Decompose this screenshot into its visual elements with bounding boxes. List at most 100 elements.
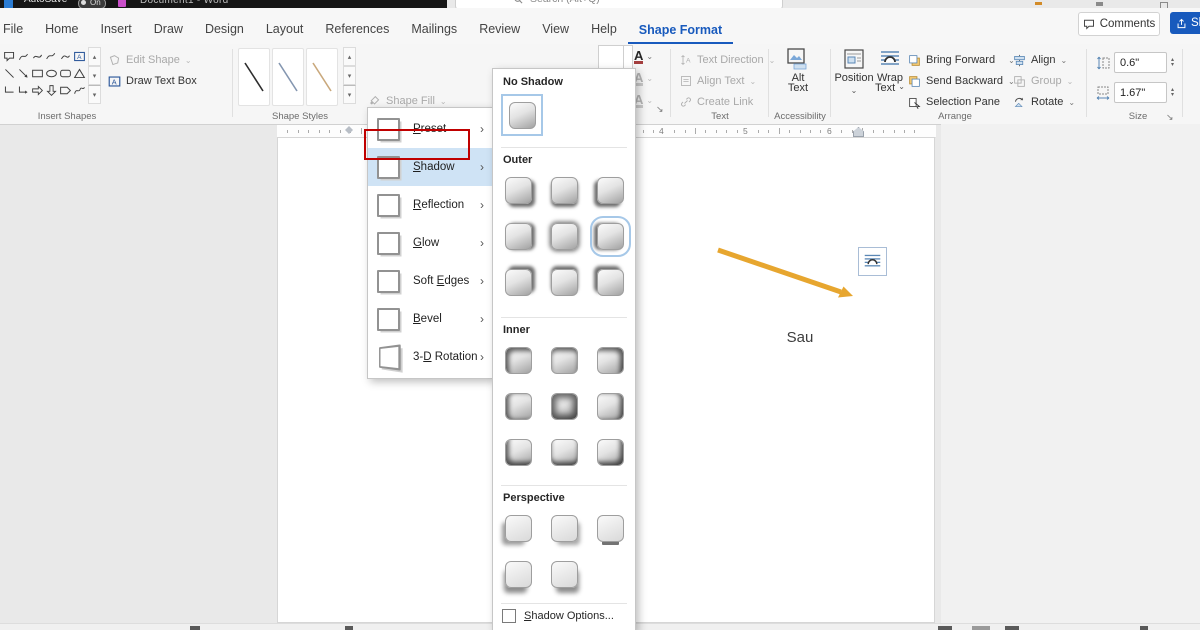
shadow-thumb-inside-top-right[interactable] [597,347,624,374]
shape-style-preset[interactable] [306,48,338,106]
gallery-up-icon[interactable]: ▴ [343,47,356,66]
shape-style-preset[interactable] [238,48,270,106]
tab-mailings[interactable]: Mailings [400,15,468,44]
create-link-button[interactable]: Create Link [680,92,753,112]
send-backward-button[interactable]: Send Backward ⌄ [908,71,1015,91]
shadow-thumb-inside-bottom-left[interactable] [505,439,532,466]
shape-curve-icon[interactable] [30,48,44,65]
shape-style-preset[interactable] [272,48,304,106]
tab-shape-format[interactable]: Shape Format [627,16,734,44]
shape-text-box-icon[interactable]: A [72,48,86,65]
group-button[interactable]: Group ⌄ [1013,71,1073,91]
menu-item-bevel[interactable]: Bevel › [368,300,492,338]
edit-shape-button[interactable]: Edit Shape ⌄ [108,50,192,70]
shadow-thumb-perspective-lower-left[interactable] [505,561,532,588]
menu-item-preset[interactable]: Preset › [368,110,492,148]
shape-line-arrow-icon[interactable] [16,65,30,82]
view-button[interactable] [1005,626,1019,630]
tab-view[interactable]: View [531,15,580,44]
shadow-thumb-offset-top-right[interactable] [505,269,532,296]
arrow-shape[interactable] [700,234,870,314]
shape-curve-icon[interactable] [58,48,72,65]
shape-pentagon-icon[interactable] [58,82,72,99]
shadow-thumb-no-shadow[interactable] [501,94,543,136]
menu-item-soft-edges[interactable]: Soft Edges › [368,262,492,300]
save-icon[interactable] [118,0,126,7]
shape-arrow-right-icon[interactable] [30,82,44,99]
shadow-thumb-offset-left[interactable] [590,216,631,257]
gallery-down-icon[interactable]: ▾ [343,66,356,85]
wordart-style-cell[interactable] [598,45,624,69]
tab-file[interactable]: File [0,15,34,44]
shadow-thumb-inside-top[interactable] [551,347,578,374]
shadow-thumb-perspective-upper-right[interactable] [551,515,578,542]
align-text-button[interactable]: Align Text ⌄ [680,71,756,91]
tab-references[interactable]: References [314,15,400,44]
align-button[interactable]: Align ⌄ [1013,50,1067,70]
shadow-thumb-inside-right[interactable] [597,393,624,420]
spinner-down-icon[interactable]: ▾ [1171,62,1174,68]
shape-callout-icon[interactable] [2,48,16,65]
shadow-thumb-inside-left[interactable] [505,393,532,420]
tab-review[interactable]: Review [468,15,531,44]
search-input[interactable]: Search (Alt+Q) [455,0,783,8]
tab-draw[interactable]: Draw [143,15,194,44]
text-fill-button[interactable]: A ⌄ [634,47,664,66]
shadow-thumb-perspective-below[interactable] [597,515,624,542]
shape-curve-icon[interactable] [44,48,58,65]
shadow-thumb-offset-top[interactable] [551,269,578,296]
tab-design[interactable]: Design [194,15,255,44]
shape-curve-icon[interactable] [16,48,30,65]
rotate-button[interactable]: Rotate ⌄ [1013,92,1075,112]
shape-arrow-down-icon[interactable] [44,82,58,99]
shadow-thumb-inside-bottom[interactable] [551,439,578,466]
indent-markers[interactable] [345,126,354,136]
shape-rectangle-icon[interactable] [30,65,44,82]
shadow-thumb-inside-top-left[interactable] [505,347,532,374]
draw-text-box-button[interactable]: A Draw Text Box [108,71,197,91]
menu-item-reflection[interactable]: Reflection › [368,186,492,224]
shadow-thumb-perspective-lower-right[interactable] [551,561,578,588]
share-button[interactable]: Sha [1170,12,1200,34]
zoom-control[interactable] [1140,626,1148,630]
selection-pane-button[interactable]: Selection Pane [908,92,1000,112]
shape-elbow-connector-icon[interactable] [2,82,16,99]
shadow-thumb-perspective-upper-left[interactable] [505,515,532,542]
view-button[interactable] [938,626,952,630]
shape-width-input[interactable]: 1.67" [1114,82,1167,103]
shadow-options-button[interactable]: Shadow Options... [502,609,614,623]
menu-item-shadow[interactable]: Shadow › [368,148,492,186]
text-direction-button[interactable]: A Text Direction ⌄ [680,50,775,70]
shadow-thumb-offset-bottom[interactable] [551,177,578,204]
shape-text[interactable]: Sau [760,329,840,346]
bring-forward-button[interactable]: Bring Forward ⌄ [908,50,1015,70]
shape-rounded-rectangle-icon[interactable] [58,65,72,82]
gallery-more-icon[interactable]: ▾ [88,85,101,104]
gallery-up-icon[interactable]: ▴ [88,47,101,66]
shape-height-input[interactable]: 0.6" [1114,52,1167,73]
gallery-down-icon[interactable]: ▾ [88,66,101,85]
shadow-thumb-inside-bottom-right[interactable] [597,439,624,466]
spinner-down-icon[interactable]: ▾ [1171,92,1174,98]
position-button[interactable]: Position ⌄ [834,48,874,110]
shadow-thumb-offset-right[interactable] [505,223,532,250]
layout-options-button[interactable] [858,247,887,276]
autosave-toggle[interactable]: On [78,0,106,8]
shape-elbow-arrow-icon[interactable] [16,82,30,99]
shape-scribble-icon[interactable] [72,82,86,99]
shadow-thumb-inside-center[interactable] [551,393,578,420]
shape-oval-icon[interactable] [44,65,58,82]
shadow-thumb-offset-top-left[interactable] [597,269,624,296]
shadow-thumb-offset-bottom-right[interactable] [505,177,532,204]
wrap-text-button[interactable]: Wrap Text ⌄ [872,48,908,110]
size-dialog-launcher-icon[interactable]: ↘ [1166,113,1174,122]
menu-item-3-d-rotation[interactable]: 3-D Rotation › [368,338,492,376]
tab-insert[interactable]: Insert [90,15,143,44]
alt-text-button[interactable]: Alt Text [780,48,816,110]
menu-item-glow[interactable]: Glow › [368,224,492,262]
gallery-more-icon[interactable]: ▾ [343,85,356,104]
tab-home[interactable]: Home [34,15,89,44]
tab-help[interactable]: Help [580,15,628,44]
comments-button[interactable]: Comments [1078,12,1160,36]
text-outline-button[interactable]: A ⌄ [634,69,664,88]
